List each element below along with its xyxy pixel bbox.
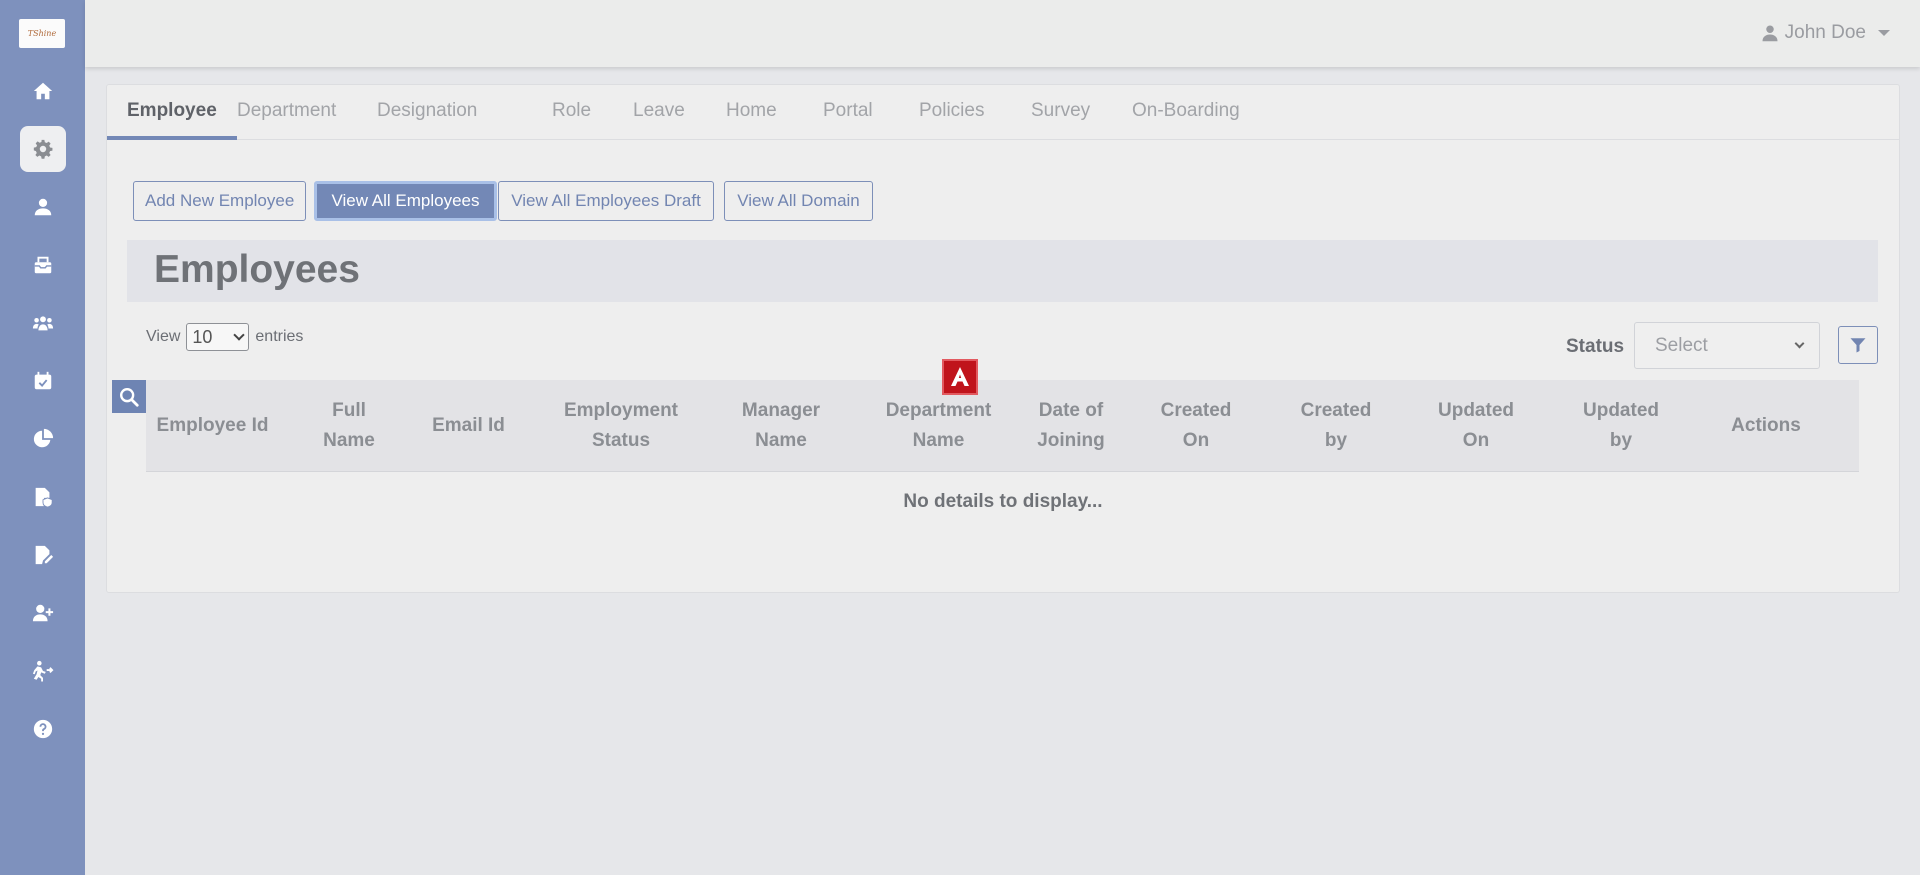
user-icon	[1762, 25, 1778, 42]
column-header[interactable]: Updated by	[1576, 380, 1666, 472]
tab-policies[interactable]: Policies	[899, 85, 1004, 140]
table-search-button[interactable]	[112, 380, 146, 413]
column-header[interactable]: Employee Id	[146, 380, 279, 472]
file-edit-icon	[35, 545, 54, 565]
nav-calendar[interactable]	[20, 358, 66, 404]
page-header: Employees	[127, 240, 1878, 302]
nav-exit[interactable]	[20, 648, 66, 694]
extension-badge-icon[interactable]	[942, 359, 978, 395]
status-placeholder: Select	[1655, 334, 1708, 356]
column-header[interactable]: Date of Joining	[1026, 380, 1116, 472]
tab-role[interactable]: Role	[532, 85, 611, 140]
status-select[interactable]: Select	[1634, 322, 1820, 369]
user-menu[interactable]: John Doe	[1761, 22, 1890, 44]
column-header[interactable]: Created by	[1291, 380, 1381, 472]
gear-icon	[33, 139, 53, 159]
column-header[interactable]: Email Id	[431, 380, 506, 472]
app-logo[interactable]: TShine	[19, 19, 65, 48]
chevron-down-icon	[233, 329, 246, 341]
add-new-employee-button[interactable]: Add New Employee	[133, 181, 306, 221]
entries-value: 10	[192, 326, 213, 347]
inbox-icon	[34, 256, 52, 274]
column-header[interactable]: Employment Status	[546, 380, 696, 472]
nav-documents[interactable]	[20, 532, 66, 578]
nav-profile[interactable]	[20, 184, 66, 230]
empty-table-message: No details to display...	[903, 491, 1103, 512]
tab-portal[interactable]: Portal	[803, 85, 893, 140]
tab-home[interactable]: Home	[706, 85, 797, 140]
column-header[interactable]: Updated On	[1431, 380, 1521, 472]
filter-button[interactable]	[1838, 326, 1878, 364]
column-header[interactable]: Department Name	[866, 380, 1011, 472]
view-all-domain-button[interactable]: View All Domain	[724, 181, 873, 221]
top-bar: John Doe	[85, 0, 1920, 67]
nav-team[interactable]	[20, 300, 66, 346]
sidebar: TShine	[0, 0, 85, 875]
user-plus-icon	[32, 604, 54, 622]
pie-chart-icon	[33, 428, 54, 448]
nav-reports[interactable]	[20, 416, 66, 462]
employee-card: Employee Department Designation Role Lea…	[106, 84, 1900, 593]
exit-icon	[32, 660, 54, 682]
entries-control: View 10 entries	[146, 323, 303, 351]
home-icon	[33, 82, 53, 100]
column-header[interactable]: Manager Name	[721, 380, 841, 472]
tab-bar: Employee Department Designation Role Lea…	[107, 85, 1899, 140]
user-icon	[34, 198, 52, 216]
nav-settings[interactable]	[20, 126, 66, 172]
entries-prefix: View	[146, 328, 181, 345]
view-all-employees-button[interactable]: View All Employees	[314, 181, 497, 221]
search-icon	[120, 387, 139, 407]
caret-down-icon	[1878, 30, 1890, 36]
chevron-down-icon	[1794, 338, 1805, 349]
nav-inbox[interactable]	[20, 242, 66, 288]
nav-home[interactable]	[20, 68, 66, 114]
tab-on-boarding[interactable]: On-Boarding	[1112, 85, 1260, 140]
nav-policies[interactable]	[20, 474, 66, 520]
letter-a-icon	[951, 367, 969, 386]
tab-leave[interactable]: Leave	[613, 85, 705, 140]
file-shield-icon	[35, 487, 53, 508]
calendar-check-icon	[34, 371, 52, 390]
nav-help[interactable]	[20, 706, 66, 752]
help-icon	[33, 719, 53, 739]
nav-add-user[interactable]	[20, 590, 66, 636]
column-header[interactable]: Actions	[1706, 380, 1826, 472]
entries-select[interactable]: 10	[186, 323, 250, 351]
tab-department[interactable]: Department	[217, 85, 356, 140]
tab-designation[interactable]: Designation	[357, 85, 497, 140]
filter-icon	[1850, 338, 1866, 353]
table-header: Employee Id Full Name Email Id Employmen…	[146, 380, 1859, 472]
column-header[interactable]: Full Name	[309, 380, 389, 472]
page-title: Employees	[154, 248, 360, 291]
status-label: Status	[1566, 336, 1625, 357]
entries-suffix: entries	[255, 328, 304, 345]
logo-text: TShine	[27, 29, 57, 38]
column-header[interactable]: Created On	[1151, 380, 1241, 472]
tab-survey[interactable]: Survey	[1011, 85, 1110, 140]
user-name: John Doe	[1784, 22, 1866, 43]
view-all-employees-draft-button[interactable]: View All Employees Draft	[498, 181, 714, 221]
users-icon	[32, 316, 54, 331]
